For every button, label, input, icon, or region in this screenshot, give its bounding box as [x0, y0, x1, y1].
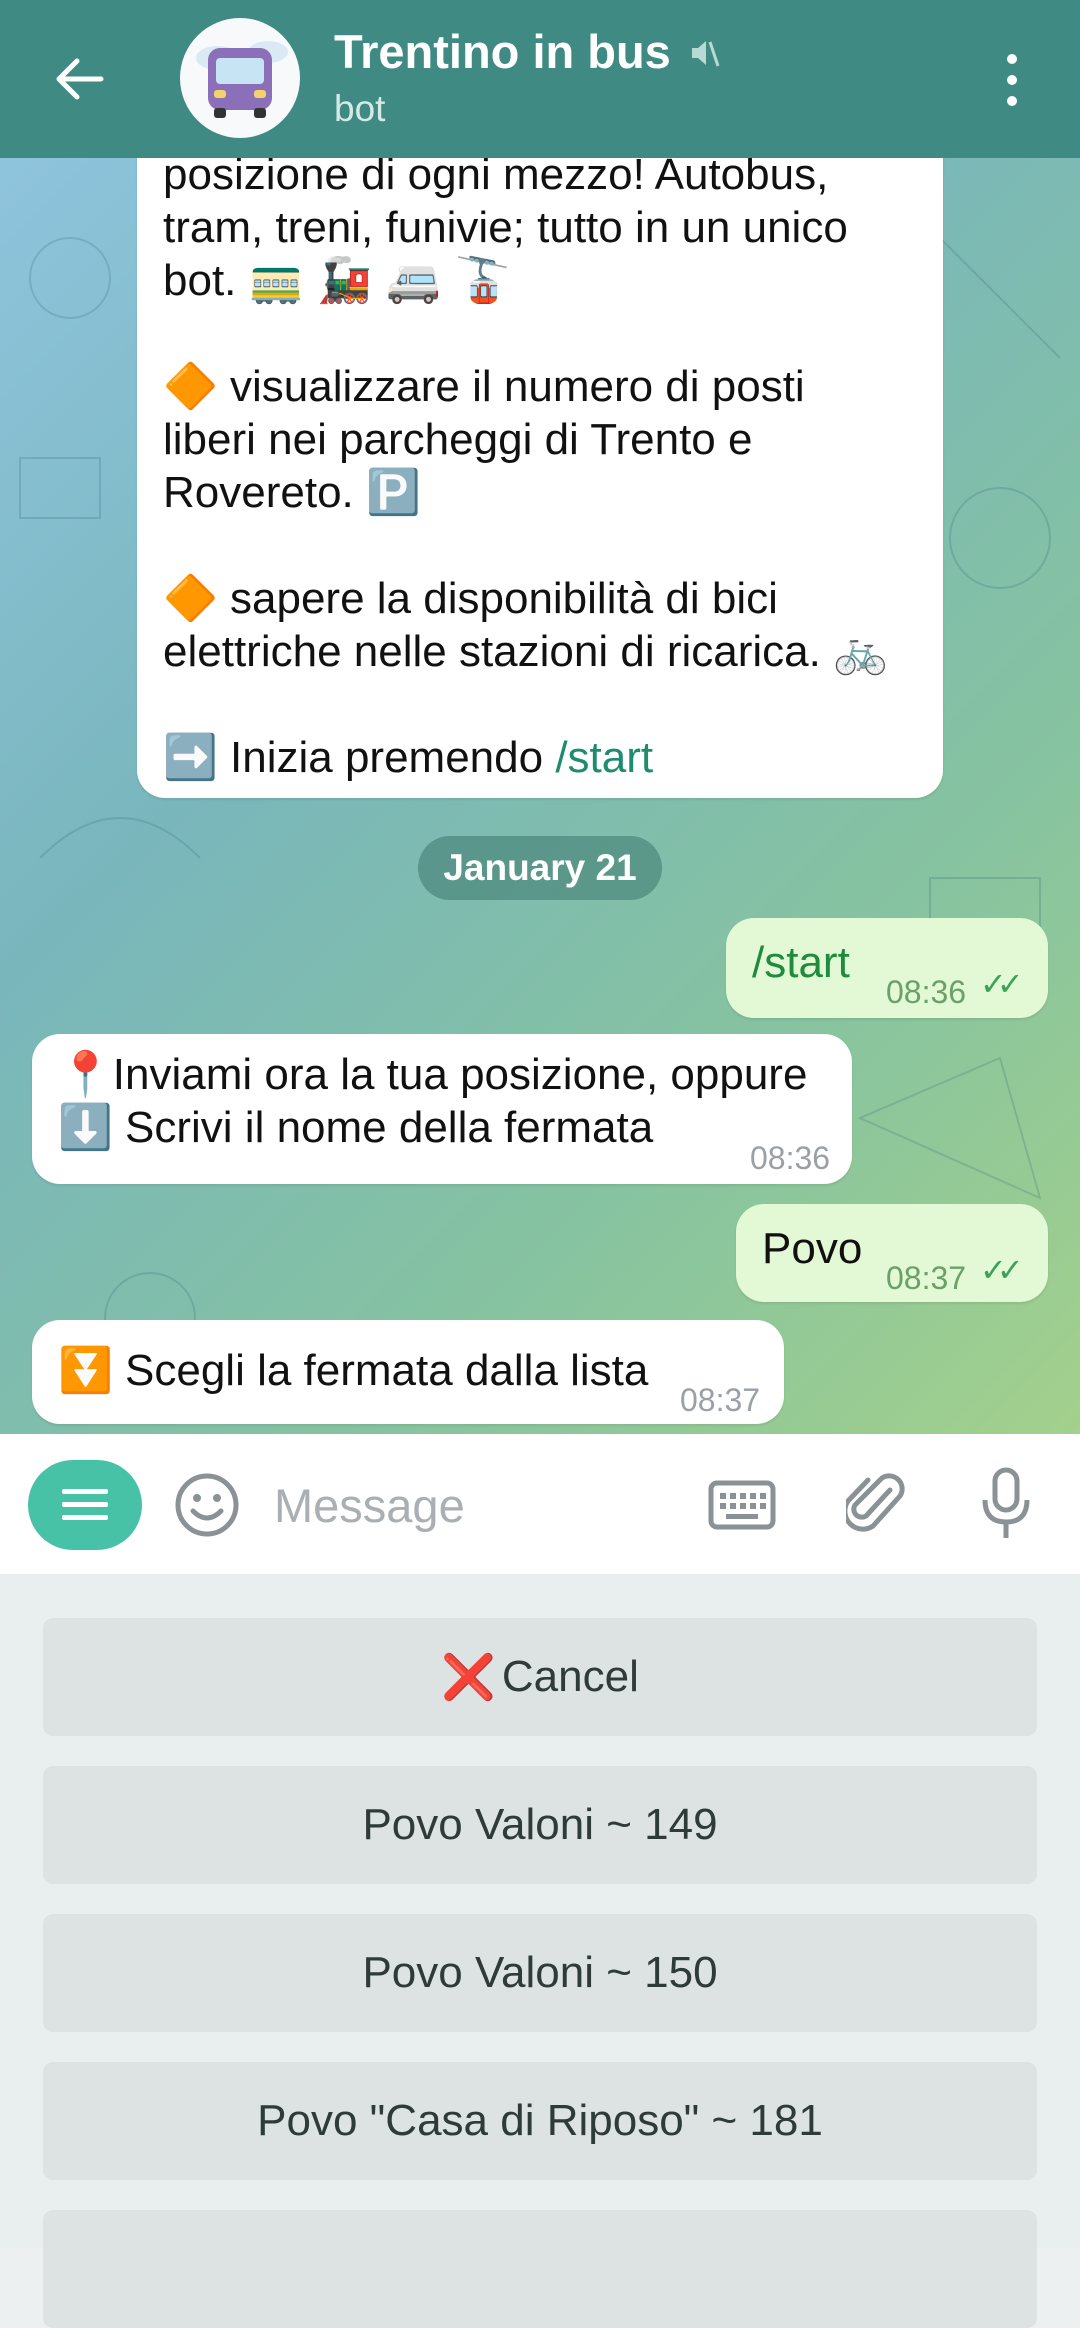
keyboard-icon[interactable] [708, 1480, 776, 1530]
back-arrow-icon [56, 58, 104, 100]
cross-mark-icon: ❌ [441, 1652, 496, 1703]
orange-diamond-icon: 🔶 [163, 573, 218, 624]
chat-subtitle: bot [334, 88, 386, 129]
incoming-message-intro[interactable]: posizione di ogni mezzo! Autobus, tram, … [137, 158, 943, 798]
intro-line-2: tram, treni, funivie; tutto in un unico [163, 203, 848, 252]
pin-icon: 📍 [58, 1049, 113, 1100]
bullet-parking-line-2: liberi nei parcheggi di Trento e [163, 415, 753, 464]
stop-option-label: Povo Valoni ~ 150 [362, 1948, 718, 1997]
menu-icon [62, 1489, 108, 1520]
message-time: 08:36 [750, 1140, 831, 1176]
bullet-parking-line-1: visualizzare il numero di posti [217, 362, 805, 411]
cancel-button[interactable]: ❌ Cancel [43, 1618, 1037, 1736]
stop-name-line-text: Scrivi il nome della fermata [112, 1103, 654, 1152]
message-list[interactable]: posizione di ogni mezzo! Autobus, tram, … [0, 158, 1080, 1434]
start-command-link[interactable]: /start [555, 733, 653, 782]
bicycle-icon: 🚲 [833, 626, 888, 677]
attach-icon[interactable] [846, 1468, 906, 1538]
stop-option-label: Povo Valoni ~ 149 [362, 1800, 718, 1849]
outgoing-message-start[interactable]: /start 08:36 ✓✓ [726, 918, 1048, 1018]
transport-emoji: 🚃 🚂 🚐 🚡 [248, 255, 510, 306]
date-separator: January 21 [418, 836, 662, 900]
bullet-bikes: 🔶 sapere la disponibilità di bici [163, 572, 917, 625]
read-receipt-icon: ✓✓ [980, 966, 1024, 1002]
location-line: 📍Inviami ora la tua posizione, oppure [58, 1048, 830, 1101]
stop-name-line: ⬇️ Scrivi il nome della fermata [58, 1101, 830, 1154]
bullet-bikes-line-2-text: elettriche nelle stazioni di ricarica. [163, 627, 834, 676]
bullet-parking-line-3: Rovereto. 🅿️ [163, 466, 917, 519]
location-line-text: Inviami ora la tua posizione, oppure [112, 1050, 808, 1099]
intro-line-1: posizione di ogni mezzo! Autobus, [163, 158, 829, 199]
stop-option-button[interactable]: Povo "Casa di Riposo" ~ 181 [43, 2062, 1037, 2180]
mic-icon[interactable] [980, 1466, 1032, 1542]
emoji-icon[interactable] [174, 1472, 240, 1538]
parking-icon: 🅿️ [365, 467, 421, 518]
mute-icon [692, 41, 720, 67]
bullet-bikes-line-1: sapere la disponibilità di bici [217, 574, 778, 623]
chat-title[interactable]: Trentino in bus [334, 24, 671, 79]
composer [0, 1434, 1080, 1574]
stop-option-button[interactable]: Povo Valoni ~ 150 [43, 1914, 1037, 2032]
bullet-parking: 🔶 visualizzare il numero di posti [163, 360, 917, 413]
bot-menu-button[interactable] [28, 1460, 142, 1550]
stop-option-button-partial[interactable] [43, 2210, 1037, 2328]
incoming-message-location[interactable]: 📍Inviami ora la tua posizione, oppure ⬇️… [32, 1034, 852, 1184]
down-arrow-icon: ⬇️ [58, 1102, 113, 1153]
message-time: 08:36 [886, 974, 967, 1010]
cta-line: ➡️ Inizia premendo /start [163, 731, 917, 784]
message-input[interactable] [272, 1468, 676, 1542]
incoming-message-choose[interactable]: ⏬ Scegli la fermata dalla lista 08:37 [32, 1320, 784, 1424]
bot-keyboard: ❌ Cancel Povo Valoni ~ 149 Povo Valoni ~… [0, 1574, 1080, 2328]
bus-logo-icon [196, 41, 288, 118]
stop-option-button[interactable]: Povo Valoni ~ 149 [43, 1766, 1037, 1884]
stop-option-label: Povo "Casa di Riposo" ~ 181 [257, 2096, 823, 2145]
intro-line-3: bot. 🚃 🚂 🚐 🚡 [163, 254, 917, 307]
choose-line: ⏬ Scegli la fermata dalla lista [58, 1344, 762, 1397]
right-arrow-icon: ➡️ [163, 732, 218, 783]
outgoing-message-text: Povo [762, 1224, 863, 1273]
outgoing-message-text: /start [752, 938, 850, 987]
bullet-parking-line-3-text: Rovereto. [163, 468, 366, 517]
message-time: 08:37 [886, 1260, 967, 1296]
orange-diamond-icon: 🔶 [163, 361, 218, 412]
message-time: 08:37 [680, 1382, 761, 1418]
double-down-icon: ⏬ [58, 1345, 113, 1396]
cta-text: Inizia premendo [217, 733, 556, 782]
more-vert-icon[interactable] [990, 48, 1034, 112]
bullet-bikes-line-2: elettriche nelle stazioni di ricarica. 🚲 [163, 625, 917, 678]
chat-header: Trentino in bus bot [0, 0, 1080, 158]
back-button[interactable] [40, 44, 120, 114]
read-receipt-icon: ✓✓ [980, 1252, 1024, 1288]
outgoing-message-povo[interactable]: Povo 08:37 ✓✓ [736, 1204, 1048, 1302]
cancel-label: Cancel [501, 1652, 639, 1701]
intro-line-3-text: bot. [163, 256, 249, 305]
avatar[interactable] [180, 18, 300, 138]
choose-line-text: Scegli la fermata dalla lista [112, 1346, 649, 1395]
